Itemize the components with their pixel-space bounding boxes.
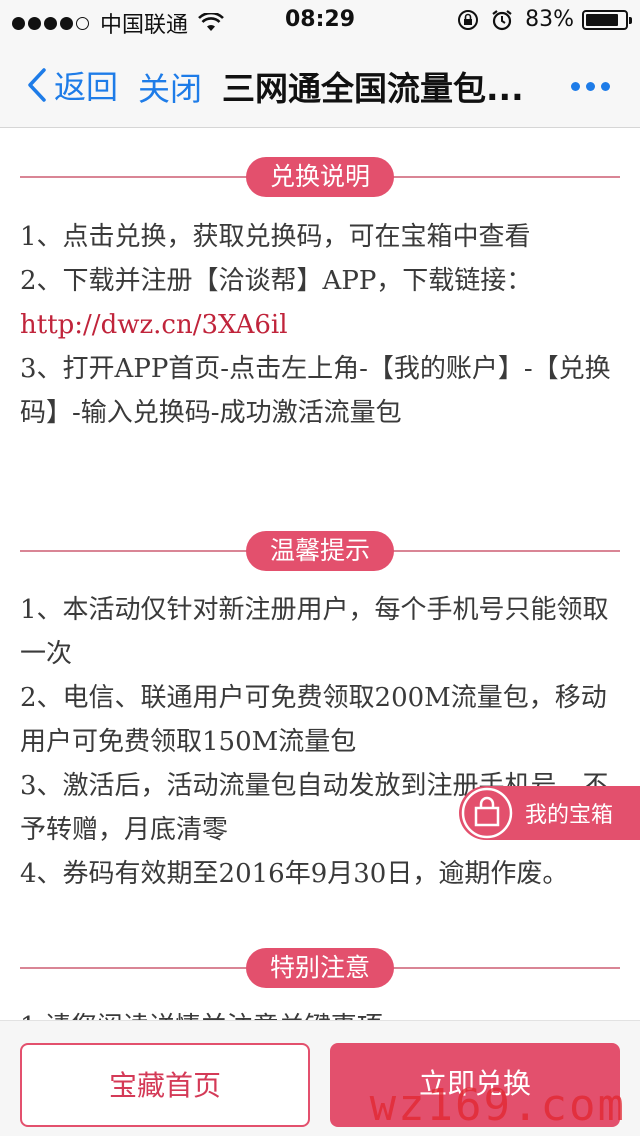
exchange-now-button[interactable]: 立即兑换 bbox=[330, 1043, 620, 1127]
content-area[interactable]: 兑换说明 1、点击兑换，获取兑换码，可在宝箱中查看 2、下载并注册【洽谈帮】AP… bbox=[0, 129, 640, 1020]
battery-icon bbox=[582, 9, 632, 30]
status-bar: 中国联通 08:29 83% bbox=[0, 0, 640, 40]
download-link[interactable]: http://dwz.cn/3XA6il bbox=[20, 310, 288, 340]
section-title: 温馨提示 bbox=[246, 531, 394, 571]
chevron-left-icon bbox=[28, 68, 46, 102]
tips-list: 1、本活动仅针对新注册用户，每个手机号只能领取一次 2、电信、联通用户可免费领取… bbox=[20, 588, 626, 896]
tip-line: 2、电信、联通用户可免费领取200M流量包，移动用户可免费领取150M流量包 bbox=[20, 683, 607, 757]
exchange-instructions: 1、点击兑换，获取兑换码，可在宝箱中查看 2、下载并注册【洽谈帮】APP，下载链… bbox=[20, 215, 626, 435]
notice-list: 1.请您阅读详情并注意关键事项 bbox=[20, 1005, 626, 1020]
back-label: 返回 bbox=[54, 68, 119, 106]
treasure-box-label: 我的宝箱 bbox=[525, 803, 614, 828]
section-title: 兑换说明 bbox=[246, 157, 394, 197]
battery-fill bbox=[586, 13, 618, 26]
instruction-line: 1、点击兑换，获取兑换码，可在宝箱中查看 bbox=[20, 222, 531, 252]
status-right: 83% bbox=[457, 7, 632, 32]
back-button[interactable]: 返回 bbox=[26, 62, 118, 108]
section-header-tips: 温馨提示 bbox=[20, 531, 620, 571]
section-header-exchange: 兑换说明 bbox=[20, 157, 620, 197]
battery-percent: 83% bbox=[525, 7, 574, 32]
rotation-lock-icon bbox=[458, 9, 479, 30]
section-title: 特别注意 bbox=[246, 948, 394, 988]
alarm-icon bbox=[492, 9, 512, 30]
bottom-bar: 宝藏首页 立即兑换 bbox=[0, 1020, 640, 1136]
page-title: 三网通全国流量包... bbox=[222, 69, 524, 108]
nav-bar: 返回 关闭 三网通全国流量包... bbox=[0, 40, 640, 128]
notice-line: 1.请您阅读详情并注意关键事项 bbox=[20, 1005, 626, 1020]
more-icon[interactable] bbox=[565, 82, 610, 91]
treasure-home-button[interactable]: 宝藏首页 bbox=[20, 1043, 310, 1127]
tip-line: 1、本活动仅针对新注册用户，每个手机号只能领取一次 bbox=[20, 595, 609, 669]
shopping-bag-icon bbox=[461, 787, 513, 839]
section-header-notice: 特别注意 bbox=[20, 948, 620, 988]
my-treasure-box-button[interactable]: 我的宝箱 bbox=[459, 786, 640, 840]
close-button[interactable]: 关闭 bbox=[138, 64, 202, 110]
instruction-line: 3、打开APP首页-点击左上角-【我的账户】-【兑换码】-输入兑换码-成功激活流… bbox=[20, 354, 611, 428]
instruction-line: 2、下载并注册【洽谈帮】APP，下载链接：http://dwz.cn/3XA6i… bbox=[20, 266, 533, 340]
tip-line: 4、券码有效期至2016年9月30日，逾期作废。 bbox=[20, 859, 569, 889]
